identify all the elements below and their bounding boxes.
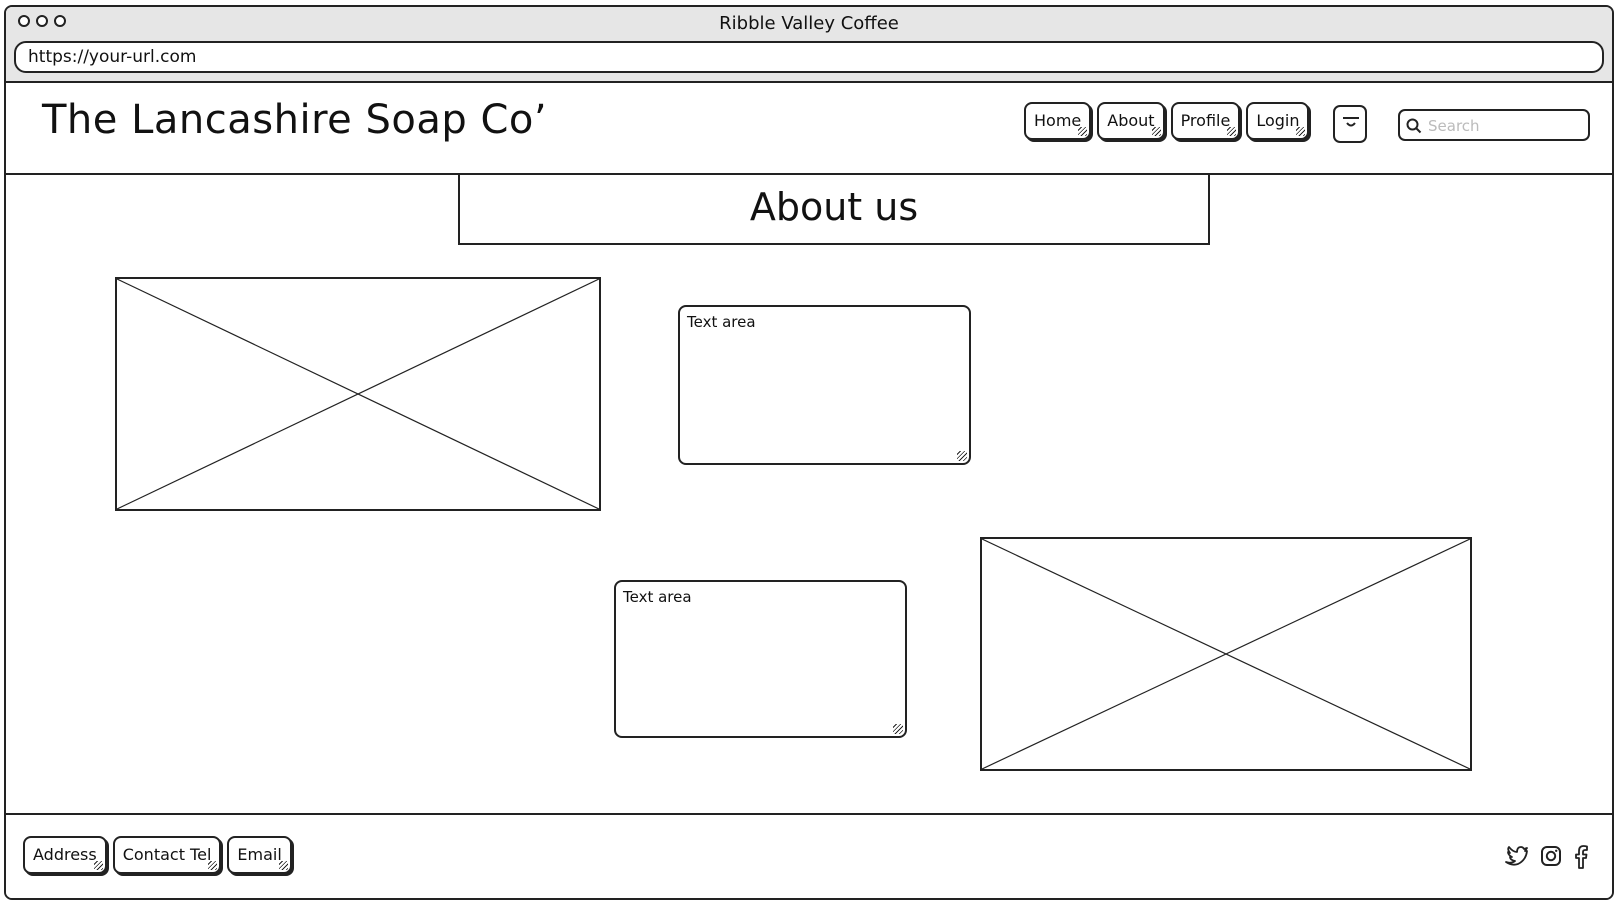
instagram-icon[interactable] <box>1540 845 1562 873</box>
search-icon <box>1406 118 1422 134</box>
footer-contact-tel-button[interactable]: Contact Tel <box>112 836 222 874</box>
nav-profile-button[interactable]: Profile <box>1170 102 1241 140</box>
facebook-icon[interactable] <box>1574 845 1588 873</box>
address-bar[interactable]: https://your-url.com <box>14 41 1604 73</box>
footer-email-button[interactable]: Email <box>227 836 292 874</box>
about-text-area-1[interactable]: Text area <box>678 305 971 465</box>
brand-logo-text[interactable]: The Lancashire Soap Co’ <box>42 97 547 143</box>
search-box <box>1398 109 1590 141</box>
nav-login-button[interactable]: Login <box>1246 102 1310 140</box>
image-placeholder-2 <box>980 537 1472 771</box>
nav-about-button[interactable]: About <box>1097 102 1165 140</box>
window-title: Ribble Valley Coffee <box>719 13 899 34</box>
nav-home-button[interactable]: Home <box>1024 102 1092 140</box>
main-nav: Home About Profile Login <box>1024 102 1310 140</box>
browser-titlebar: Ribble Valley Coffee https://your-url.co… <box>6 7 1612 83</box>
shopping-bag-icon[interactable] <box>1333 105 1367 143</box>
site-header: The Lancashire Soap Co’ Home About Profi… <box>6 83 1612 175</box>
browser-window: Ribble Valley Coffee https://your-url.co… <box>4 5 1614 900</box>
social-links <box>1504 845 1588 873</box>
search-input[interactable] <box>1426 114 1588 138</box>
about-text-area-2[interactable]: Text area <box>614 580 907 738</box>
image-placeholder-1 <box>115 277 601 511</box>
site-footer: Address Contact Tel Email <box>6 813 1612 898</box>
twitter-icon[interactable] <box>1504 845 1528 873</box>
footer-links: Address Contact Tel Email <box>23 836 292 874</box>
footer-address-button[interactable]: Address <box>23 836 107 874</box>
page-title: About us <box>458 175 1210 245</box>
